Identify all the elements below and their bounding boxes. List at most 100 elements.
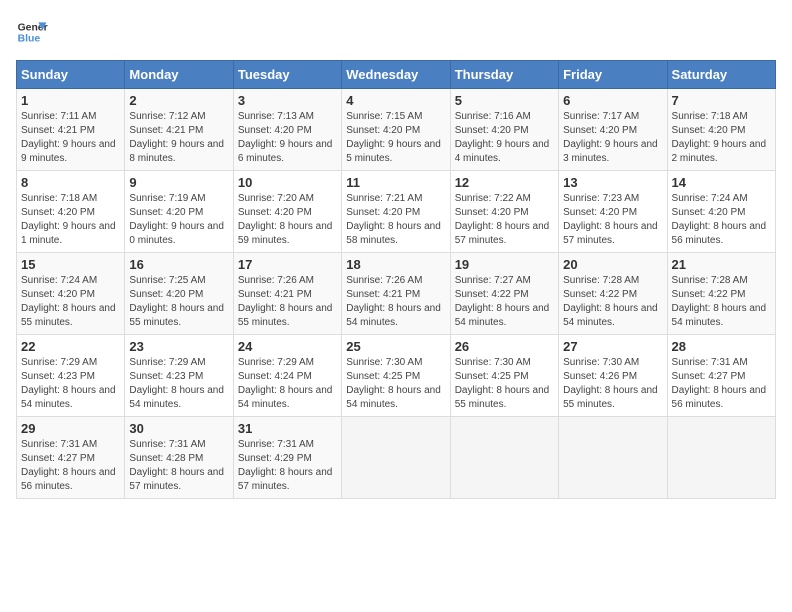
calendar-cell: 25 Sunrise: 7:30 AMSunset: 4:25 PMDayligh… xyxy=(342,335,450,417)
calendar-cell: 4Sunrise: 7:15 AMSunset: 4:20 PMDaylight… xyxy=(342,89,450,171)
calendar-cell: 30 Sunrise: 7:31 AMSunset: 4:28 PMDayligh… xyxy=(125,417,233,499)
calendar-cell xyxy=(559,417,667,499)
day-number: 20 xyxy=(563,257,662,272)
day-detail: Sunrise: 7:23 AMSunset: 4:20 PMDaylight:… xyxy=(563,192,662,248)
day-number: 19 xyxy=(455,257,554,272)
day-number: 9 xyxy=(129,175,228,190)
svg-text:Blue: Blue xyxy=(18,34,41,45)
day-detail: Sunrise: 7:19 AMSunset: 4:20 PMDaylight:… xyxy=(129,192,228,248)
logo-icon: General Blue xyxy=(16,16,48,48)
page-header: General Blue xyxy=(16,16,776,48)
calendar-cell: 24Sunrise: 7:29 AMSunset: 4:24 PMDayligh… xyxy=(233,335,341,417)
day-detail: Sunrise: 7:26 AMSunset: 4:21 PMDaylight:… xyxy=(238,274,337,330)
day-number: 31 xyxy=(238,421,337,436)
day-number: 6 xyxy=(563,93,662,108)
day-number: 26 xyxy=(455,339,554,354)
calendar-cell: 23 Sunrise: 7:29 AMSunset: 4:23 PMDayligh… xyxy=(125,335,233,417)
calendar-week-5: 29 Sunrise: 7:31 AMSunset: 4:27 PMDayligh… xyxy=(17,417,776,499)
day-detail: Sunrise: 7:31 AMSunset: 4:27 PMDaylight:… xyxy=(672,356,771,412)
day-detail: Sunrise: 7:13 AMSunset: 4:20 PMDaylight:… xyxy=(238,110,337,166)
calendar-cell: 21Sunrise: 7:28 AMSunset: 4:22 PMDayligh… xyxy=(667,253,775,335)
day-detail: Sunrise: 7:31 AMSunset: 4:28 PMDaylight:… xyxy=(129,438,228,494)
day-header-thursday: Thursday xyxy=(450,61,558,89)
day-number: 29 xyxy=(21,421,120,436)
day-number: 16 xyxy=(129,257,228,272)
day-number: 2 xyxy=(129,93,228,108)
day-detail: Sunrise: 7:12 AMSunset: 4:21 PMDaylight:… xyxy=(129,110,228,166)
logo: General Blue xyxy=(16,16,48,48)
day-number: 5 xyxy=(455,93,554,108)
day-detail: Sunrise: 7:20 AMSunset: 4:20 PMDaylight:… xyxy=(238,192,337,248)
day-header-sunday: Sunday xyxy=(17,61,125,89)
day-detail: Sunrise: 7:24 AMSunset: 4:20 PMDaylight:… xyxy=(672,192,771,248)
day-number: 14 xyxy=(672,175,771,190)
calendar-cell: 6 Sunrise: 7:17 AMSunset: 4:20 PMDaylight… xyxy=(559,89,667,171)
calendar-table: SundayMondayTuesdayWednesdayThursdayFrid… xyxy=(16,60,776,499)
day-detail: Sunrise: 7:29 AMSunset: 4:24 PMDaylight:… xyxy=(238,356,337,412)
day-number: 17 xyxy=(238,257,337,272)
day-number: 15 xyxy=(21,257,120,272)
calendar-cell: 16 Sunrise: 7:25 AMSunset: 4:20 PMDayligh… xyxy=(125,253,233,335)
calendar-cell: 20 Sunrise: 7:28 AMSunset: 4:22 PMDayligh… xyxy=(559,253,667,335)
day-detail: Sunrise: 7:30 AMSunset: 4:25 PMDaylight:… xyxy=(455,356,554,412)
calendar-cell: 17 Sunrise: 7:26 AMSunset: 4:21 PMDayligh… xyxy=(233,253,341,335)
day-detail: Sunrise: 7:15 AMSunset: 4:20 PMDaylight:… xyxy=(346,110,445,166)
day-detail: Sunrise: 7:31 AMSunset: 4:27 PMDaylight:… xyxy=(21,438,120,494)
calendar-cell: 31Sunrise: 7:31 AMSunset: 4:29 PMDayligh… xyxy=(233,417,341,499)
day-detail: Sunrise: 7:29 AMSunset: 4:23 PMDaylight:… xyxy=(21,356,120,412)
calendar-cell: 12Sunrise: 7:22 AMSunset: 4:20 PMDayligh… xyxy=(450,171,558,253)
calendar-cell: 1 Sunrise: 7:11 AMSunset: 4:21 PMDaylight… xyxy=(17,89,125,171)
day-detail: Sunrise: 7:25 AMSunset: 4:20 PMDaylight:… xyxy=(129,274,228,330)
day-detail: Sunrise: 7:30 AMSunset: 4:25 PMDaylight:… xyxy=(346,356,445,412)
day-detail: Sunrise: 7:30 AMSunset: 4:26 PMDaylight:… xyxy=(563,356,662,412)
calendar-cell: 15 Sunrise: 7:24 AMSunset: 4:20 PMDayligh… xyxy=(17,253,125,335)
day-number: 7 xyxy=(672,93,771,108)
day-number: 13 xyxy=(563,175,662,190)
day-header-friday: Friday xyxy=(559,61,667,89)
day-detail: Sunrise: 7:29 AMSunset: 4:23 PMDaylight:… xyxy=(129,356,228,412)
day-number: 30 xyxy=(129,421,228,436)
calendar-body: 1 Sunrise: 7:11 AMSunset: 4:21 PMDaylight… xyxy=(17,89,776,499)
day-detail: Sunrise: 7:24 AMSunset: 4:20 PMDaylight:… xyxy=(21,274,120,330)
calendar-cell: 22 Sunrise: 7:29 AMSunset: 4:23 PMDayligh… xyxy=(17,335,125,417)
calendar-cell: 27 Sunrise: 7:30 AMSunset: 4:26 PMDayligh… xyxy=(559,335,667,417)
day-number: 18 xyxy=(346,257,445,272)
calendar-cell: 18 Sunrise: 7:26 AMSunset: 4:21 PMDayligh… xyxy=(342,253,450,335)
day-detail: Sunrise: 7:26 AMSunset: 4:21 PMDaylight:… xyxy=(346,274,445,330)
day-header-monday: Monday xyxy=(125,61,233,89)
day-header-saturday: Saturday xyxy=(667,61,775,89)
day-detail: Sunrise: 7:21 AMSunset: 4:20 PMDaylight:… xyxy=(346,192,445,248)
calendar-cell: 7Sunrise: 7:18 AMSunset: 4:20 PMDaylight… xyxy=(667,89,775,171)
calendar-week-2: 8Sunrise: 7:18 AMSunset: 4:20 PMDaylight… xyxy=(17,171,776,253)
day-detail: Sunrise: 7:11 AMSunset: 4:21 PMDaylight:… xyxy=(21,110,120,166)
day-number: 11 xyxy=(346,175,445,190)
calendar-cell: 3 Sunrise: 7:13 AMSunset: 4:20 PMDaylight… xyxy=(233,89,341,171)
calendar-cell: 13 Sunrise: 7:23 AMSunset: 4:20 PMDayligh… xyxy=(559,171,667,253)
day-number: 21 xyxy=(672,257,771,272)
day-number: 25 xyxy=(346,339,445,354)
calendar-cell: 19Sunrise: 7:27 AMSunset: 4:22 PMDayligh… xyxy=(450,253,558,335)
calendar-cell: 9 Sunrise: 7:19 AMSunset: 4:20 PMDaylight… xyxy=(125,171,233,253)
day-number: 1 xyxy=(21,93,120,108)
calendar-cell: 8Sunrise: 7:18 AMSunset: 4:20 PMDaylight… xyxy=(17,171,125,253)
calendar-cell xyxy=(342,417,450,499)
day-number: 10 xyxy=(238,175,337,190)
day-number: 27 xyxy=(563,339,662,354)
calendar-cell: 10 Sunrise: 7:20 AMSunset: 4:20 PMDayligh… xyxy=(233,171,341,253)
day-detail: Sunrise: 7:22 AMSunset: 4:20 PMDaylight:… xyxy=(455,192,554,248)
calendar-cell: 29 Sunrise: 7:31 AMSunset: 4:27 PMDayligh… xyxy=(17,417,125,499)
day-number: 3 xyxy=(238,93,337,108)
calendar-cell: 26 Sunrise: 7:30 AMSunset: 4:25 PMDayligh… xyxy=(450,335,558,417)
day-header-wednesday: Wednesday xyxy=(342,61,450,89)
day-number: 8 xyxy=(21,175,120,190)
calendar-week-3: 15 Sunrise: 7:24 AMSunset: 4:20 PMDayligh… xyxy=(17,253,776,335)
calendar-week-4: 22 Sunrise: 7:29 AMSunset: 4:23 PMDayligh… xyxy=(17,335,776,417)
day-number: 28 xyxy=(672,339,771,354)
day-number: 22 xyxy=(21,339,120,354)
day-detail: Sunrise: 7:28 AMSunset: 4:22 PMDaylight:… xyxy=(563,274,662,330)
day-detail: Sunrise: 7:17 AMSunset: 4:20 PMDaylight:… xyxy=(563,110,662,166)
day-detail: Sunrise: 7:16 AMSunset: 4:20 PMDaylight:… xyxy=(455,110,554,166)
day-number: 23 xyxy=(129,339,228,354)
calendar-cell: 14 Sunrise: 7:24 AMSunset: 4:20 PMDayligh… xyxy=(667,171,775,253)
calendar-cell: 5 Sunrise: 7:16 AMSunset: 4:20 PMDaylight… xyxy=(450,89,558,171)
